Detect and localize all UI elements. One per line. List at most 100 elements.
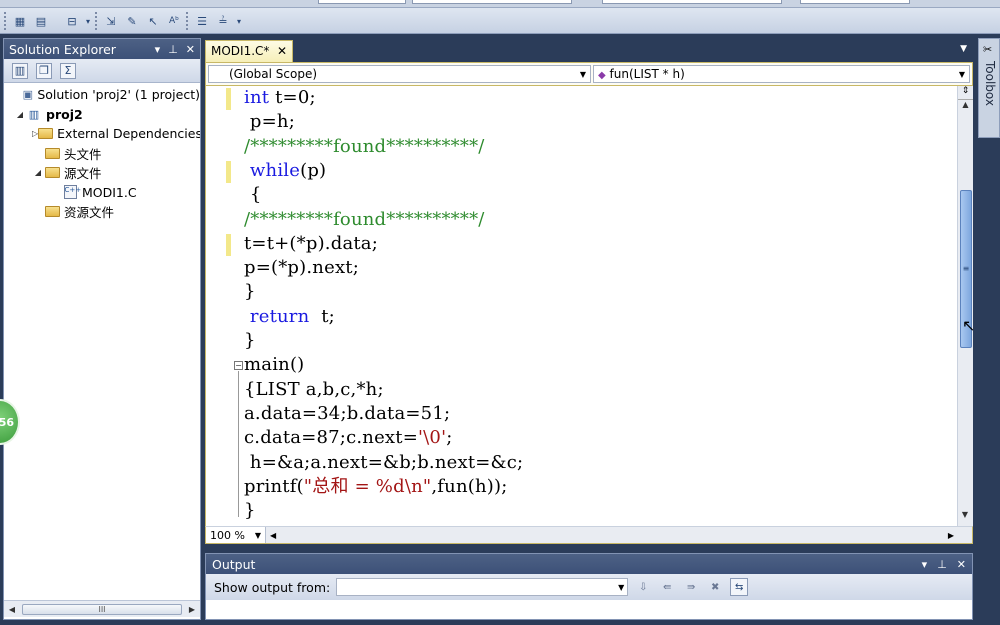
dropdown-icon[interactable]: ▾ xyxy=(155,43,161,56)
next-message-icon[interactable]: ⇛ xyxy=(682,578,700,596)
dropdown-icon[interactable]: ▾ xyxy=(84,12,92,30)
function-icon: ◆ xyxy=(598,70,606,81)
dropdown-icon[interactable]: ▾ xyxy=(922,558,928,571)
code-line[interactable]: a.data=34;b.data=51; xyxy=(244,402,450,426)
tree-node[interactable]: 资源文件 xyxy=(4,202,200,222)
output-toolbar: Show output from: ▼ ⇩ ⇚ ⇛ ✖ ⇆ xyxy=(206,574,972,600)
scroll-left-icon[interactable]: ◀ xyxy=(4,605,20,614)
chevron-down-icon[interactable]: ▼ xyxy=(618,583,624,592)
code-line[interactable]: h=&a;a.next=&b;b.next=&c; xyxy=(244,451,523,475)
code-line[interactable]: c.data=87;c.next='\0'; xyxy=(244,426,452,450)
code-token: } xyxy=(244,500,256,522)
zoom-combo[interactable]: 100 % ▼ xyxy=(206,527,266,543)
refresh-icon[interactable]: Σ xyxy=(60,62,76,79)
code-line[interactable]: /*********found**********/ xyxy=(244,135,485,159)
window-icon[interactable]: ▤ xyxy=(32,12,50,30)
indent-icon[interactable]: ☰ xyxy=(193,12,211,30)
code-line[interactable]: int t=0; xyxy=(244,86,316,110)
prev-message-icon[interactable]: ⇚ xyxy=(658,578,676,596)
code-line[interactable]: p=(*p).next; xyxy=(244,256,359,280)
scroll-right-icon[interactable]: ▶ xyxy=(948,531,954,540)
chevron-down-icon[interactable]: ▼ xyxy=(255,531,261,540)
changed-line-marker xyxy=(226,233,231,257)
chevron-down-icon[interactable]: ▼ xyxy=(580,70,586,79)
tree-node[interactable]: ◢ 源文件 xyxy=(4,163,200,183)
folder-icon xyxy=(44,205,60,219)
build-icon[interactable]: ⊟ xyxy=(63,12,81,30)
platform-combo[interactable] xyxy=(412,0,572,4)
numbering-icon[interactable]: ≟ xyxy=(214,12,232,30)
code-token: {LIST a,b,c,*h; xyxy=(244,378,384,400)
code-line[interactable]: while(p) xyxy=(244,159,326,183)
splitter-icon[interactable]: ⇕ xyxy=(958,86,973,100)
show-all-files-icon[interactable]: ❐ xyxy=(36,62,52,79)
clear-all-icon[interactable]: ✖ xyxy=(706,578,724,596)
scroll-down-icon[interactable]: ▼ xyxy=(958,510,972,526)
solution-explorer-hscrollbar[interactable]: ◀ III ▶ xyxy=(4,600,200,617)
expander-icon[interactable]: ◢ xyxy=(14,110,26,119)
toolbox-strip[interactable]: ✂ Toolbox xyxy=(978,38,1000,138)
code-token: ,fun(h)); xyxy=(431,475,508,497)
step-icon[interactable]: ⇲ xyxy=(102,12,120,30)
format-icon[interactable]: Aᵇ xyxy=(165,12,183,30)
code-line[interactable]: main() xyxy=(244,353,304,377)
code-line[interactable]: printf("总和 = %d\n",fun(h)); xyxy=(244,475,507,499)
tree-node[interactable]: 头文件 xyxy=(4,144,200,164)
close-icon[interactable]: ✕ xyxy=(186,43,195,56)
close-icon[interactable]: ✕ xyxy=(957,558,966,571)
scroll-up-icon[interactable]: ▲ xyxy=(958,100,973,116)
collapse-icon[interactable]: − xyxy=(234,361,243,371)
word-wrap-icon[interactable]: ⇆ xyxy=(730,578,749,596)
code-line[interactable]: { xyxy=(244,183,262,207)
code-line[interactable]: t=t+(*p).data; xyxy=(244,232,378,256)
code-line[interactable]: return t; xyxy=(244,305,335,329)
toolbar-grip[interactable] xyxy=(4,12,8,30)
find-combo[interactable] xyxy=(602,0,782,4)
expander-icon[interactable]: ◢ xyxy=(32,168,44,177)
tree-node-label: External Dependencies xyxy=(57,126,200,142)
code-line[interactable]: p=h; xyxy=(244,110,295,134)
document-tabstrip: MODI1.C* ✕ ▼ xyxy=(205,38,973,62)
dropdown-icon[interactable]: ▾ xyxy=(235,12,243,30)
toolbar-grip[interactable] xyxy=(95,12,99,30)
tab-modi1-c[interactable]: MODI1.C* ✕ xyxy=(205,40,293,62)
show-output-from-combo[interactable]: ▼ xyxy=(336,578,629,596)
layout-icon[interactable]: ▦ xyxy=(11,12,29,30)
scroll-right-icon[interactable]: ▶ xyxy=(184,605,200,614)
solution-config-combo[interactable] xyxy=(318,0,406,4)
editor-vscrollbar[interactable]: ⇕ ▲ ≡ ▼ xyxy=(957,86,973,526)
function-combo[interactable]: ◆ fun(LIST * h) ▼ xyxy=(593,65,970,83)
code-line[interactable]: {LIST a,b,c,*h; xyxy=(244,378,384,402)
output-panel: Output ▾ ⊥ ✕ Show output from: ▼ ⇩ ⇚ ⇛ ✖… xyxy=(205,553,973,620)
tree-node-label: MODI1.C xyxy=(82,184,137,200)
editor-hscrollbar[interactable]: 100 % ▼ ◀ ▶ xyxy=(205,526,973,544)
tree-node[interactable]: C++ MODI1.C xyxy=(4,183,200,203)
folder-icon xyxy=(44,146,60,160)
scroll-left-icon[interactable]: ◀ xyxy=(270,531,276,540)
close-tab-icon[interactable]: ✕ xyxy=(277,44,287,59)
pin-icon[interactable]: ⊥ xyxy=(168,43,178,56)
tab-dropdown-icon[interactable]: ▼ xyxy=(960,44,967,54)
tree-node[interactable]: ◢ ▥ proj2 xyxy=(4,105,200,125)
solution-icon: ▣ xyxy=(22,88,33,102)
output-title: Output xyxy=(212,556,256,572)
code-token: (p) xyxy=(300,159,327,181)
code-line[interactable]: } xyxy=(244,280,256,304)
toolbox-icon: ✂ xyxy=(983,43,993,56)
pin-icon[interactable]: ⊥ xyxy=(937,558,947,571)
bookmark-icon[interactable]: ✎ xyxy=(123,12,141,30)
properties-icon[interactable]: ▥ xyxy=(12,62,28,79)
code-line[interactable]: } xyxy=(244,329,256,353)
tree-node[interactable]: ▷ External Dependencies xyxy=(4,124,200,144)
comment-icon[interactable]: ↖ xyxy=(144,12,162,30)
scope-combo[interactable]: (Global Scope) ▼ xyxy=(208,65,592,83)
code-text-area[interactable]: int t=0; p=h;/*********found**********/ … xyxy=(205,86,973,526)
chevron-down-icon[interactable]: ▼ xyxy=(959,70,965,79)
toolbar-grip[interactable] xyxy=(186,12,190,30)
code-line[interactable]: } xyxy=(244,499,256,523)
scroll-thumb[interactable]: III xyxy=(22,603,182,615)
find-message-icon[interactable]: ⇩ xyxy=(634,578,652,596)
tree-node[interactable]: ▣ Solution 'proj2' (1 project) xyxy=(4,85,200,105)
code-token: } xyxy=(244,281,256,303)
code-line[interactable]: /*********found**********/ xyxy=(244,208,485,232)
